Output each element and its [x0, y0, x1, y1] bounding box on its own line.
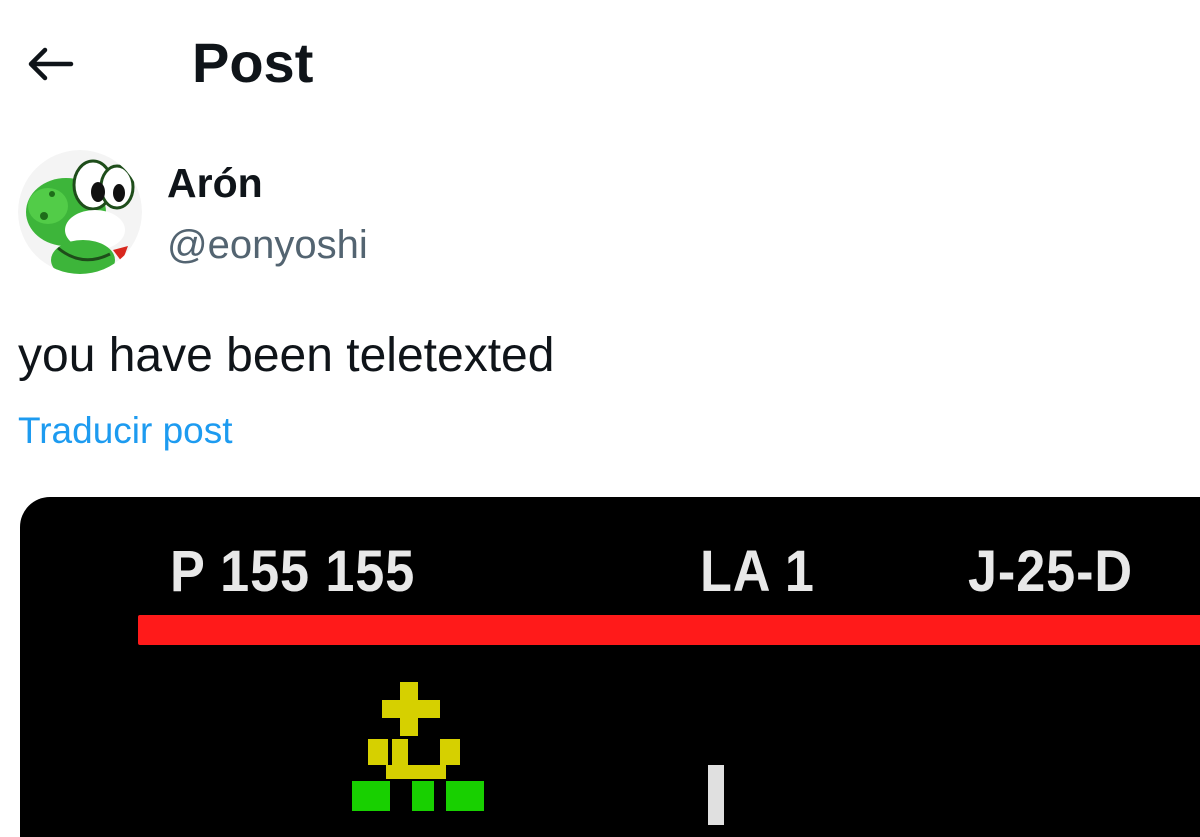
back-button[interactable] [20, 38, 78, 90]
post-text: you have been teletexted [18, 329, 555, 382]
author-name[interactable]: Arón [167, 159, 263, 207]
avatar[interactable] [18, 150, 142, 274]
teletext-page-number: P 155 155 [170, 539, 416, 604]
top-bar: Post [0, 0, 1200, 128]
post-media-image[interactable]: P 155 155 LA 1 J-25-D [20, 497, 1200, 837]
yoshi-avatar-icon [18, 150, 142, 274]
author-handle[interactable]: @eonyoshi [167, 221, 368, 269]
teletext-red-bar [138, 615, 1200, 645]
teletext-date: J-25-D [968, 539, 1133, 604]
teletext-channel: LA 1 [700, 539, 815, 604]
teletext-white-block [708, 765, 724, 825]
translate-post-link[interactable]: Traducir post [18, 409, 233, 453]
page-title: Post [192, 31, 314, 94]
back-arrow-icon [28, 47, 74, 81]
